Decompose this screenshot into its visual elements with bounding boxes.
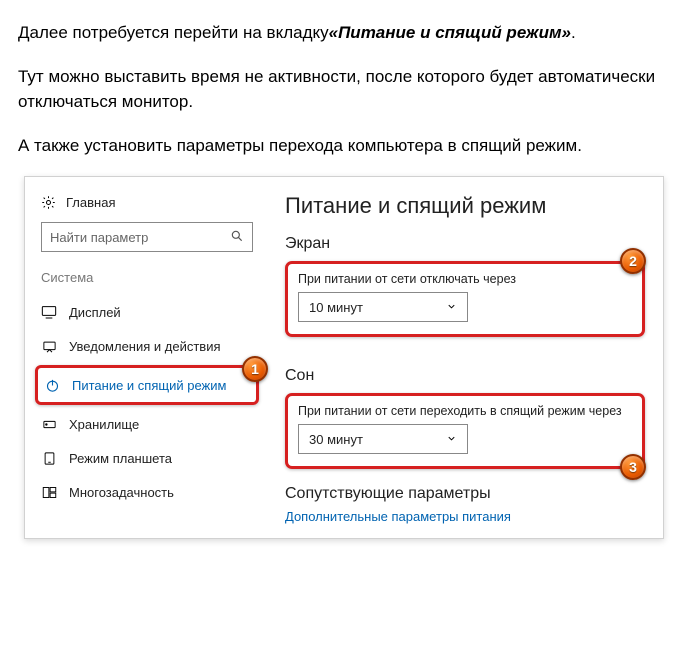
sidebar-item-label: Дисплей [69,305,121,320]
screen-highlight-box: При питании от сети отключать через 10 м… [285,261,645,337]
sidebar-item-label: Хранилище [69,417,139,432]
sidebar-item-tablet[interactable]: Режим планшета [35,441,259,475]
tablet-icon [41,450,57,466]
chevron-down-icon [446,432,457,447]
search-input[interactable]: Найти параметр [41,222,253,252]
display-icon [41,304,57,320]
sidebar-item-label: Многозадачность [69,485,174,500]
home-button[interactable]: Главная [35,191,259,218]
sleep-timeout-dropdown[interactable]: 30 минут [298,424,468,454]
callout-2: 2 [620,248,646,274]
sidebar-item-notifications[interactable]: Уведомления и действия [35,329,259,363]
screen-setting-label: При питании от сети отключать через [298,272,632,286]
sleep-highlight-box: При питании от сети переходить в спящий … [285,393,645,469]
sidebar-item-display[interactable]: Дисплей [35,295,259,329]
notifications-icon [41,338,57,354]
sidebar-item-storage[interactable]: Хранилище [35,407,259,441]
callout-3: 3 [620,454,646,480]
page-title: Питание и спящий режим [285,193,645,219]
sidebar-item-label: Уведомления и действия [69,339,221,354]
search-icon [230,229,244,246]
chevron-down-icon [446,300,457,315]
callout-1: 1 [242,356,268,382]
article-paragraph-2: Тут можно выставить время не активности,… [18,64,670,115]
sidebar-section-label: Система [35,266,259,295]
multitask-icon [41,484,57,500]
power-icon [44,377,60,393]
home-label: Главная [66,195,115,210]
sleep-setting-label: При питании от сети переходить в спящий … [298,404,632,418]
article-paragraph-3: А также установить параметры перехода ко… [18,133,670,159]
sidebar-highlight: Питание и спящий режим 1 [35,365,259,405]
article-paragraph-1: Далее потребуется перейти на вкладку«Пит… [18,20,670,46]
advanced-power-link[interactable]: Дополнительные параметры питания [285,509,645,524]
storage-icon [41,416,57,432]
sleep-timeout-value: 30 минут [309,432,363,447]
settings-window: Главная Найти параметр Система Дисплей У… [24,176,664,539]
gear-icon [41,195,56,210]
sidebar-item-power[interactable]: Питание и спящий режим [40,372,254,398]
screen-timeout-dropdown[interactable]: 10 минут [298,292,468,322]
screen-section-title: Экран [285,235,645,253]
sidebar-item-multitask[interactable]: Многозадачность [35,475,259,509]
screen-timeout-value: 10 минут [309,300,363,315]
content-pane: Питание и спящий режим Экран При питании… [269,177,663,538]
related-section-title: Сопутствующие параметры [285,485,645,503]
search-placeholder: Найти параметр [50,230,148,245]
sidebar: Главная Найти параметр Система Дисплей У… [25,177,269,538]
sidebar-item-label: Питание и спящий режим [72,378,226,393]
sidebar-item-label: Режим планшета [69,451,172,466]
sleep-section-title: Сон [285,367,645,385]
